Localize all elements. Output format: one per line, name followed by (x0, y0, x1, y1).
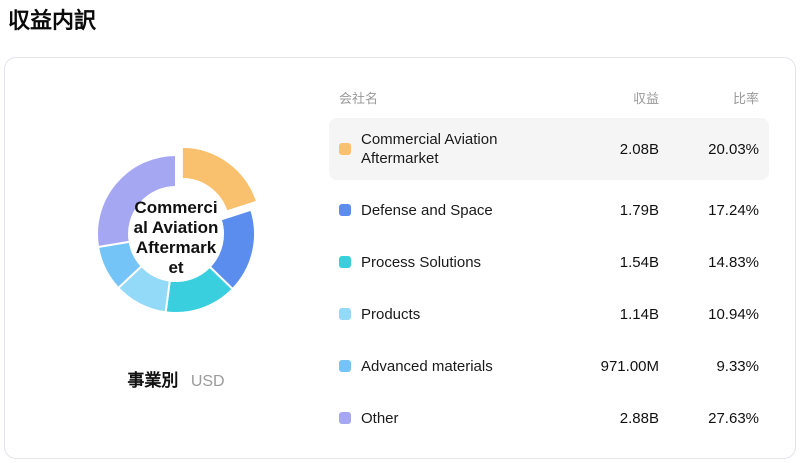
chart-caption: 事業別 USD (11, 370, 341, 393)
table-row[interactable]: Commercial Aviation Aftermarket2.08B20.0… (329, 118, 769, 180)
segment-revenue: 2.88B (554, 410, 659, 427)
legend-swatch (339, 360, 351, 372)
segment-rows: Commercial Aviation Aftermarket2.08B20.0… (329, 118, 769, 444)
header-company-name: 会社名 (339, 88, 554, 107)
page-title: 収益内訳 (8, 3, 96, 35)
legend-swatch (339, 204, 351, 216)
segment-name: Defense and Space (361, 201, 554, 220)
header-revenue: 収益 (554, 88, 659, 107)
segment-name: Advanced materials (361, 357, 554, 376)
segment-name: Products (361, 305, 554, 324)
table-row[interactable]: Process Solutions1.54B14.83% (329, 236, 769, 288)
segment-ratio: 9.33% (659, 358, 759, 375)
donut-chart-panel: Commerci al Aviation Aftermark et 事業別 US… (5, 58, 335, 458)
table-row[interactable]: Defense and Space1.79B17.24% (329, 184, 769, 236)
table-row[interactable]: Advanced materials971.00M9.33% (329, 340, 769, 392)
legend-swatch (339, 308, 351, 320)
currency-label: USD (191, 373, 225, 390)
table-row[interactable]: Products1.14B10.94% (329, 288, 769, 340)
segment-name: Commercial Aviation Aftermarket (361, 130, 554, 168)
group-by-label: 事業別 (127, 371, 178, 390)
segment-table: 会社名 収益 比率 Commercial Aviation Aftermarke… (329, 86, 769, 444)
segment-ratio: 27.63% (659, 410, 759, 427)
segment-name: Other (361, 409, 554, 428)
header-ratio: 比率 (659, 88, 759, 107)
donut-slice[interactable] (97, 155, 176, 247)
donut-slice[interactable] (182, 147, 257, 212)
legend-swatch (339, 412, 351, 424)
table-header-row: 会社名 収益 比率 (329, 86, 769, 108)
revenue-breakdown-card: Commerci al Aviation Aftermark et 事業別 US… (4, 57, 796, 459)
segment-ratio: 17.24% (659, 202, 759, 219)
segment-ratio: 14.83% (659, 254, 759, 271)
donut-chart[interactable] (56, 114, 296, 354)
segment-revenue: 1.14B (554, 306, 659, 323)
table-row[interactable]: Other2.88B27.63% (329, 392, 769, 444)
segment-revenue: 2.08B (554, 141, 659, 158)
legend-swatch (339, 143, 351, 155)
segment-revenue: 971.00M (554, 358, 659, 375)
segment-ratio: 20.03% (659, 141, 759, 158)
segment-name: Process Solutions (361, 253, 554, 272)
segment-revenue: 1.54B (554, 254, 659, 271)
legend-swatch (339, 256, 351, 268)
segment-ratio: 10.94% (659, 306, 759, 323)
segment-revenue: 1.79B (554, 202, 659, 219)
